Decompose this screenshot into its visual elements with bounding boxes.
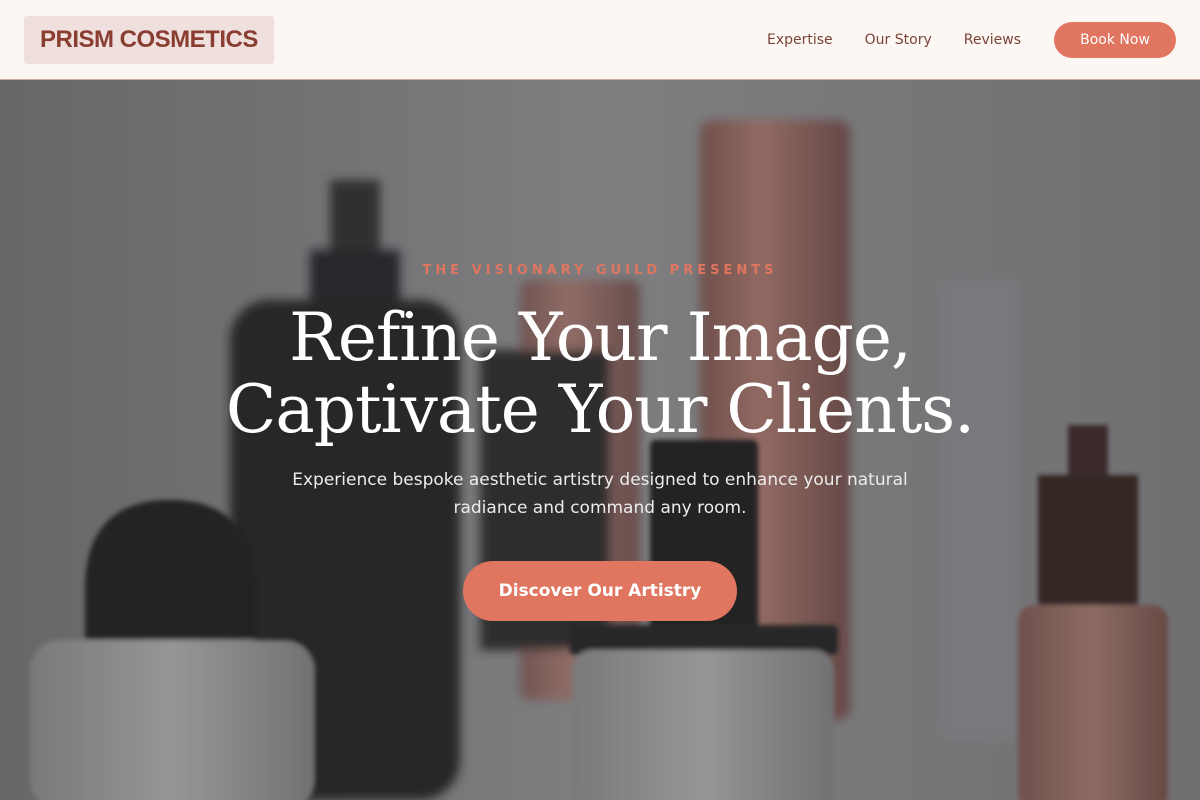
hero-eyebrow: THE VISIONARY GUILD PRESENTS xyxy=(422,263,778,278)
nav-link-expertise[interactable]: Expertise xyxy=(767,32,833,48)
brand-logo[interactable]: PRISM COSMETICS xyxy=(24,15,274,64)
hero-headline-line2: Captivate Your Clients. xyxy=(225,371,975,448)
hero-headline-line1: Refine Your Image, xyxy=(289,299,912,376)
hero-headline: Refine Your Image, Captivate Your Client… xyxy=(0,302,1200,446)
hero-content: THE VISIONARY GUILD PRESENTS Refine Your… xyxy=(0,80,1200,800)
hero-section: THE VISIONARY GUILD PRESENTS Refine Your… xyxy=(0,80,1200,800)
hero-subheadline: Experience bespoke aesthetic artistry de… xyxy=(292,470,908,518)
book-now-button[interactable]: Book Now xyxy=(1054,21,1176,58)
discover-artistry-button[interactable]: Discover Our Artistry xyxy=(463,561,737,621)
site-header: PRISM COSMETICS Expertise Our Story Revi… xyxy=(0,0,1200,80)
nav-link-our-story[interactable]: Our Story xyxy=(865,32,932,48)
nav-link-reviews[interactable]: Reviews xyxy=(964,32,1021,48)
main-nav: Expertise Our Story Reviews Book Now xyxy=(767,21,1176,58)
